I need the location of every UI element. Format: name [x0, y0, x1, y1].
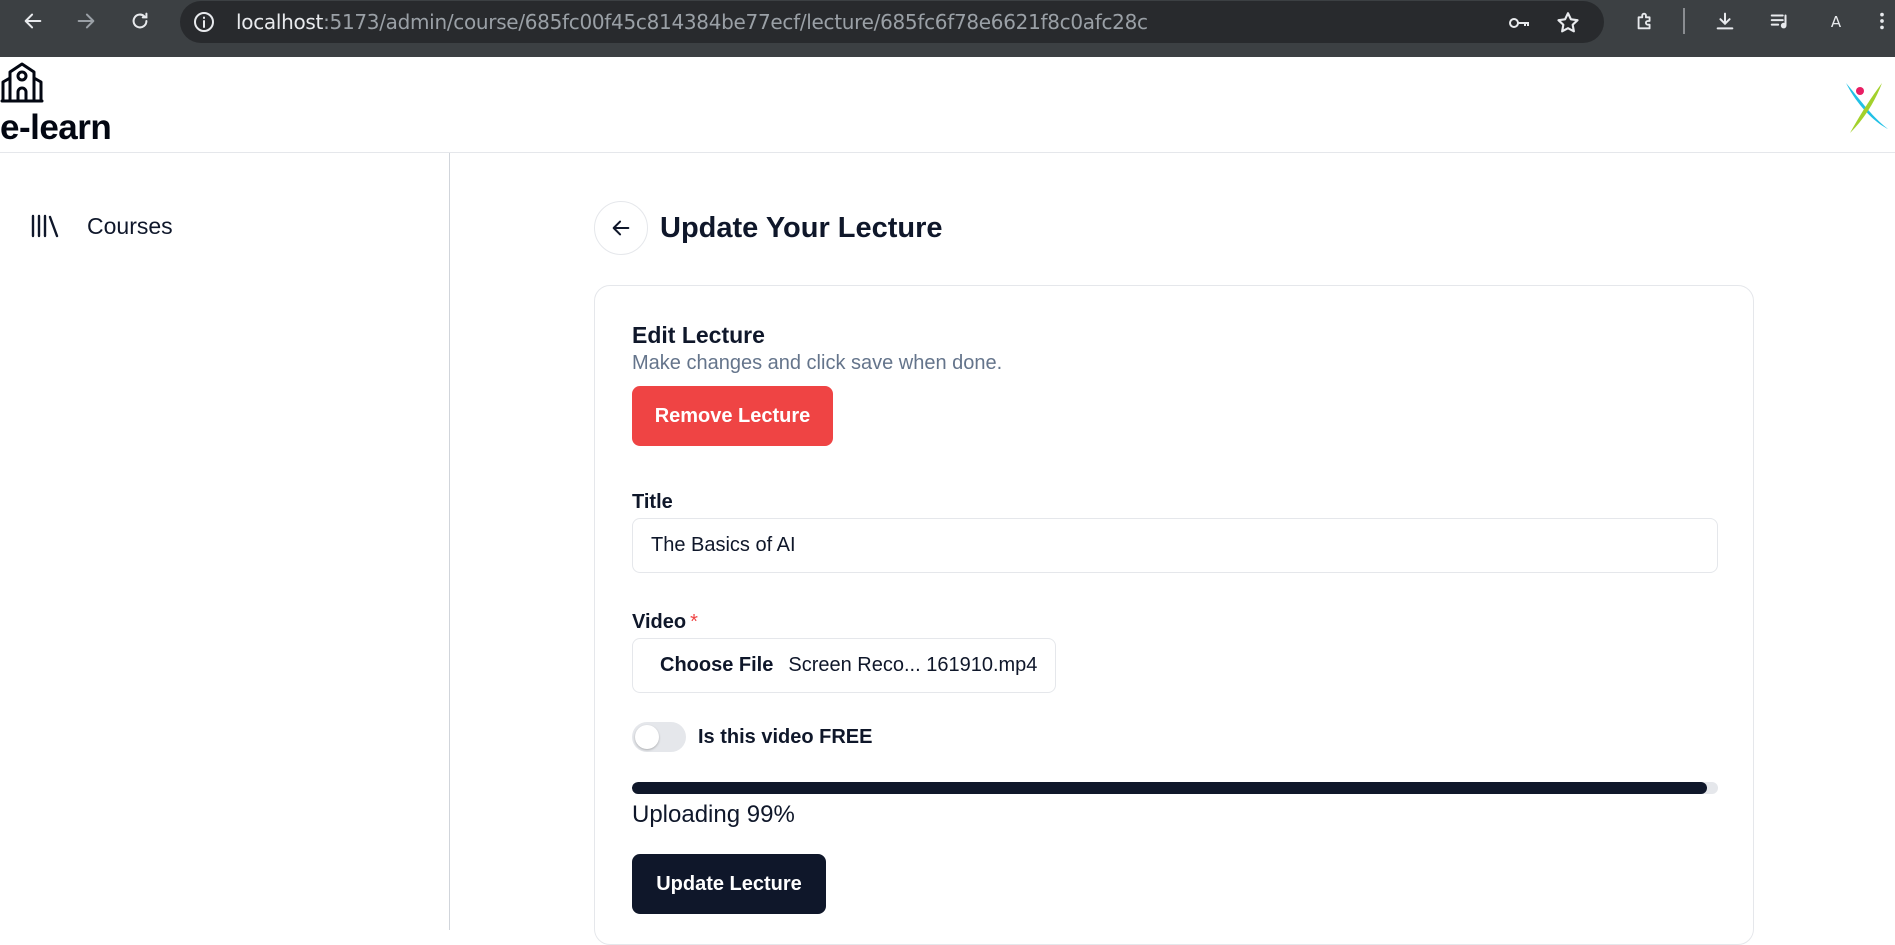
kebab-menu-icon[interactable]: [1872, 6, 1892, 36]
upload-progress-fill: [632, 782, 1708, 794]
free-video-label: Is this video FREE: [698, 726, 873, 748]
url-text[interactable]: localhost:5173/admin/course/685fc00f45c8…: [236, 10, 1148, 34]
arrow-left-icon: [612, 220, 630, 236]
toggle-knob: [635, 725, 659, 749]
back-arrow-icon[interactable]: [18, 6, 48, 36]
selected-file-name: Screen Reco... 161910.mp4: [788, 654, 1038, 676]
site-info-icon[interactable]: [192, 10, 216, 34]
edit-lecture-card: Edit Lecture Make changes and click save…: [594, 285, 1754, 945]
logo-text[interactable]: e-learn: [0, 108, 112, 148]
card-description: Make changes and click save when done.: [632, 352, 1003, 374]
profile-avatar[interactable]: A: [1824, 10, 1848, 34]
browser-toolbar: localhost:5173/admin/course/685fc00f45c8…: [0, 0, 1895, 57]
key-icon[interactable]: [1506, 10, 1532, 36]
url-path: :5173/admin/course/685fc00f45c814384be77…: [323, 10, 1148, 34]
upload-progress-text: Uploading 99%: [632, 801, 795, 828]
required-asterisk: *: [690, 611, 698, 633]
upload-progress-bar: [632, 782, 1718, 794]
update-lecture-button[interactable]: Update Lecture: [632, 854, 826, 914]
free-video-toggle[interactable]: [632, 722, 686, 752]
video-label-text: Video: [632, 611, 687, 633]
toolbar-divider: [1683, 8, 1685, 34]
app-header: e-learn: [0, 57, 1895, 153]
media-playlist-icon[interactable]: [1765, 6, 1795, 36]
reload-icon[interactable]: [125, 6, 155, 36]
sidebar-item-label: Courses: [87, 212, 173, 239]
school-icon: [0, 60, 44, 104]
title-label: Title: [632, 491, 673, 513]
download-icon[interactable]: [1710, 6, 1740, 36]
library-icon: [31, 214, 59, 238]
user-avatar[interactable]: [1838, 77, 1890, 135]
title-input-value: The Basics of AI: [651, 534, 796, 556]
choose-file-button[interactable]: Choose File: [660, 654, 773, 677]
forward-arrow-icon[interactable]: [71, 6, 101, 36]
sidebar: Courses: [0, 153, 450, 930]
title-input[interactable]: The Basics of AI: [632, 518, 1718, 573]
back-button[interactable]: [594, 201, 648, 255]
video-label: Video *: [632, 611, 698, 634]
address-bar[interactable]: localhost:5173/admin/course/685fc00f45c8…: [180, 1, 1604, 43]
sidebar-item-courses[interactable]: Courses: [30, 209, 173, 243]
card-title: Edit Lecture: [632, 322, 765, 348]
remove-lecture-button[interactable]: Remove Lecture: [632, 386, 833, 446]
extensions-icon[interactable]: [1630, 6, 1660, 36]
page-title: Update Your Lecture: [660, 212, 943, 244]
url-host: localhost: [236, 10, 324, 34]
video-file-input[interactable]: Choose File Screen Reco... 161910.mp4: [632, 638, 1056, 693]
star-icon[interactable]: [1555, 10, 1581, 36]
